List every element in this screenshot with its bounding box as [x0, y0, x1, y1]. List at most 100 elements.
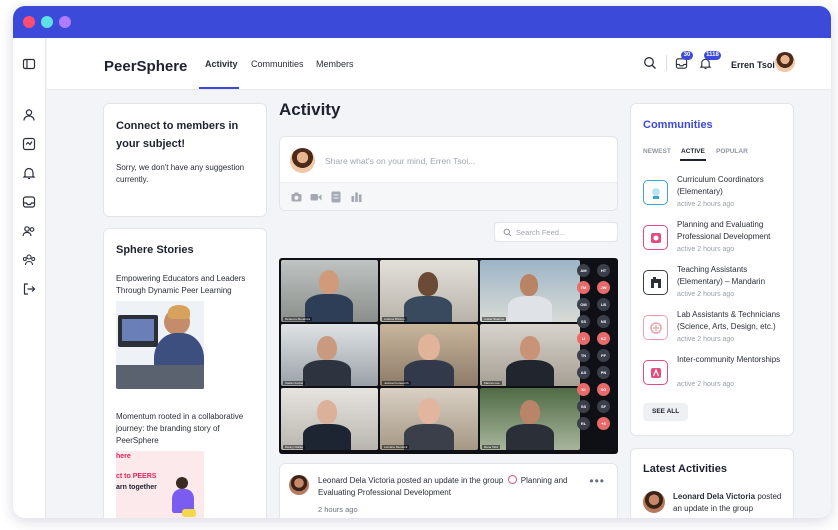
thumb-text-line: here: [116, 453, 131, 460]
inbox-icon[interactable]: [22, 195, 36, 209]
participant-list: AM HT TM JW OM LB SS NS LI KZ TN PF AS PN KI SG SS SF RL +3: [577, 264, 617, 430]
participant-chip: PF: [597, 349, 610, 362]
community-item[interactable]: Teaching Assistants (Elementary) – Manda…: [631, 262, 795, 304]
community-meta: active 2 hours ago: [677, 336, 735, 343]
members-icon[interactable]: [22, 253, 36, 267]
video-grid: Rebecca Mendoza Andrew Brinton Aniket Sh…: [279, 258, 580, 450]
participant-chip: SF: [597, 400, 610, 413]
video-tile-label: Lorraine Murdock: [382, 445, 410, 449]
window-close-dot[interactable]: [23, 16, 35, 28]
community-icon: [643, 270, 668, 295]
latest-actor-name[interactable]: Leonard Dela Victoria: [673, 492, 755, 501]
video-icon[interactable]: [310, 192, 322, 202]
profile-icon[interactable]: [22, 108, 36, 122]
composer-input[interactable]: Share what's on your mind, Erren Tsoi...: [325, 156, 475, 166]
community-name: Inter-community Mentorships: [677, 355, 781, 364]
participant-chip: JW: [597, 281, 610, 294]
participant-chip: +3: [597, 417, 610, 430]
video-post[interactable]: Rebecca Mendoza Andrew Brinton Aniket Sh…: [279, 258, 618, 454]
community-name: Lab Assistants & Technicians (Science, A…: [677, 310, 781, 331]
video-tile: Rebecca Mendoza: [281, 260, 378, 322]
video-tile-label: Andrew Brinton: [382, 317, 407, 321]
participant-chip: AS: [577, 366, 590, 379]
participant-chip: KI: [577, 383, 590, 396]
video-tile: Lorraine Murdock: [380, 388, 478, 450]
community-meta: active 2 hours ago: [677, 381, 735, 388]
camera-icon[interactable]: [291, 192, 302, 202]
video-tile: Andrew Brinton: [380, 260, 478, 322]
poll-icon[interactable]: [351, 192, 362, 202]
community-meta: active 2 hours ago: [677, 291, 735, 298]
video-tile-label: Danny Clarke: [283, 445, 306, 449]
logout-icon[interactable]: [22, 282, 36, 296]
latest-activities-card: Latest Activities Leonard Dela Victoria …: [630, 448, 794, 518]
latest-actor-avatar[interactable]: [643, 491, 665, 513]
sidebar-toggle-icon[interactable]: [22, 57, 36, 71]
notifications-icon[interactable]: [22, 166, 36, 180]
see-all-button[interactable]: SEE ALL: [643, 403, 689, 421]
participant-chip: TN: [577, 349, 590, 362]
stories-title: Sphere Stories: [116, 244, 194, 256]
communities-card: Communities NEWEST ACTIVE POPULAR Curric…: [630, 103, 794, 436]
notifications-badge: 1118: [704, 51, 721, 60]
latest-activities-title: Latest Activities: [643, 463, 727, 475]
group-icon: [507, 475, 517, 484]
search-icon[interactable]: [643, 56, 657, 70]
video-tile: Danny Clarke: [281, 388, 378, 450]
participant-chip: TM: [577, 281, 590, 294]
groups-icon[interactable]: [22, 224, 36, 238]
active-tab-underline: [680, 159, 706, 161]
video-tile-label: Marcus Lee: [482, 381, 502, 385]
activity-icon[interactable]: [22, 137, 36, 151]
community-icon: [643, 225, 668, 250]
window-maximize-dot[interactable]: [59, 16, 71, 28]
feed-title: Activity: [279, 100, 341, 119]
video-tile-label: Rebecca Mendoza: [283, 317, 313, 321]
community-item[interactable]: Planning and Evaluating Professional Dev…: [631, 217, 795, 259]
post-time: 2 hours ago: [318, 505, 358, 514]
communities-tab-popular[interactable]: POPULAR: [716, 148, 748, 155]
connect-body: Sorry, we don't have any suggestion curr…: [116, 163, 245, 184]
community-icon: [643, 315, 668, 340]
video-tile: Aniket Sharma: [480, 260, 580, 322]
story-title[interactable]: Momentum rooted in a collaborative journ…: [116, 411, 258, 447]
active-tab-indicator: [199, 87, 239, 89]
search-feed-placeholder: Search Feed...: [516, 228, 566, 237]
communities-tab-active[interactable]: ACTIVE: [681, 148, 705, 155]
participant-chip: KZ: [597, 332, 610, 345]
story-thumbnail[interactable]: [116, 301, 204, 389]
video-tile: Joshua Fonsworth: [380, 324, 478, 386]
community-item[interactable]: Curriculum Coordinators (Elementary) act…: [631, 172, 795, 214]
search-feed-input[interactable]: Search Feed...: [494, 222, 618, 242]
post-author-avatar[interactable]: [289, 475, 309, 495]
community-item[interactable]: Lab Assistants & Technicians (Science, A…: [631, 307, 795, 349]
participant-chip: LI: [577, 332, 590, 345]
sidebar-rail: [13, 38, 46, 518]
search-icon: [503, 228, 512, 237]
messages-badge: 30: [681, 51, 693, 60]
video-tile: Stefan Korbel: [281, 324, 378, 386]
community-name: Teaching Assistants (Elementary) – Manda…: [677, 265, 766, 286]
document-icon[interactable]: [331, 191, 341, 203]
community-name: Planning and Evaluating Professional Dev…: [677, 220, 771, 241]
nav-tab-members[interactable]: Members: [316, 59, 354, 69]
user-avatar[interactable]: [775, 52, 795, 72]
nav-tab-activity[interactable]: Activity: [205, 59, 238, 69]
participant-chip: OM: [577, 298, 590, 311]
brand-logo-text[interactable]: PeerSphere: [104, 58, 187, 75]
latest-activity-text: Leonard Dela Victoria posted an update i…: [673, 491, 788, 515]
header-divider: [666, 55, 667, 71]
window-minimize-dot[interactable]: [41, 16, 53, 28]
community-icon: [643, 360, 668, 385]
participant-chip: HT: [597, 264, 610, 277]
story-thumbnail[interactable]: here ct to PEERS arn together: [116, 451, 204, 518]
story-title[interactable]: Empowering Educators and Leaders Through…: [116, 273, 256, 297]
community-item[interactable]: Inter-community Mentorships active 2 hou…: [631, 352, 795, 394]
nav-tab-communities[interactable]: Communities: [251, 59, 304, 69]
thumb-text-line: arn together: [116, 484, 157, 491]
activity-post-card: Leonard Dela Victoria posted an update i…: [279, 463, 618, 518]
communities-tab-newest[interactable]: NEWEST: [643, 148, 671, 155]
user-name[interactable]: Erren Tsoi: [731, 60, 775, 70]
more-options-icon[interactable]: •••: [589, 474, 605, 488]
video-tile-label: Aniket Sharma: [482, 317, 506, 321]
